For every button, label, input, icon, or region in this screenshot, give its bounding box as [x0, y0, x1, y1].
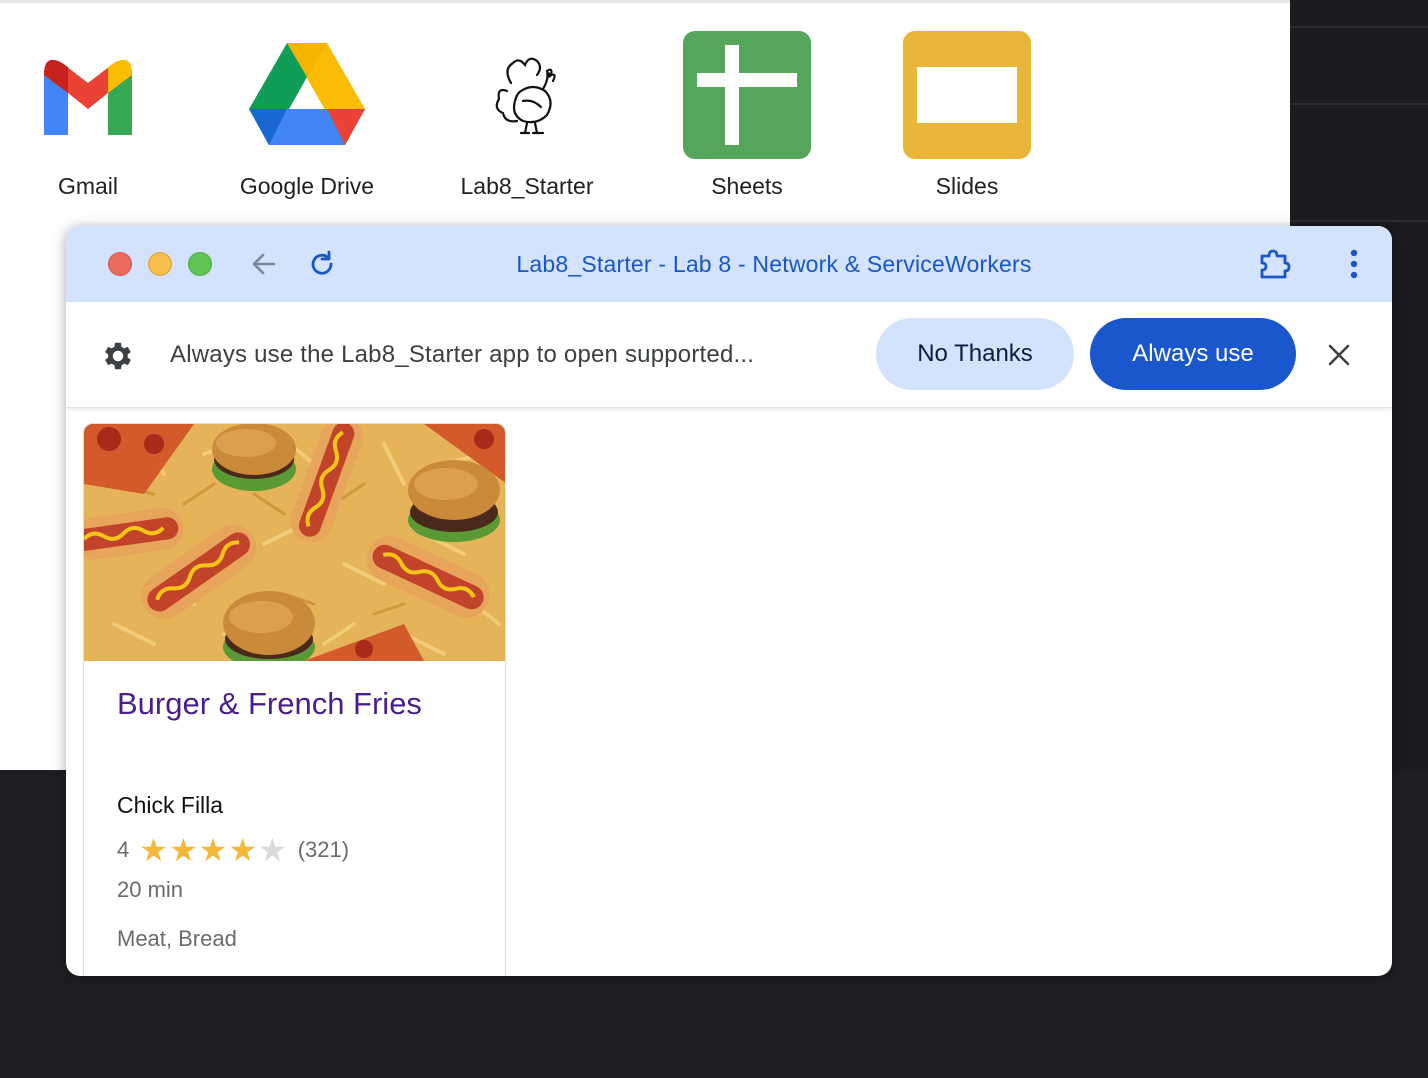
app-gmail[interactable]: Gmail — [0, 31, 188, 200]
gear-icon — [100, 338, 136, 374]
recipe-organization: Chick Filla — [117, 792, 224, 818]
star-filled-icon: ★ — [168, 832, 198, 868]
google-drive-icon — [243, 31, 371, 159]
app-label: Google Drive — [239, 173, 375, 199]
window-title: Lab8_Starter - Lab 8 - Network & Service… — [516, 251, 1032, 277]
rating-value: 4 — [117, 837, 130, 862]
recipe-time: 20 min — [117, 877, 184, 902]
star-empty-icon: ★ — [258, 832, 287, 868]
infobar-message: Always use the Lab8_Starter app to open … — [170, 341, 755, 368]
turkey-icon — [463, 31, 591, 159]
app-label: Lab8_Starter — [460, 173, 594, 199]
app-label: Slides — [935, 173, 999, 199]
app-slides[interactable]: Slides — [867, 31, 1067, 200]
title-bar[interactable]: Lab8_Starter - Lab 8 - Network & Service… — [66, 226, 1392, 302]
app-label: Sheets — [711, 173, 783, 199]
extension-puzzle-icon[interactable] — [1256, 246, 1292, 282]
star-filled-icon: ★ — [228, 832, 257, 868]
app-window: Lab8_Starter - Lab 8 - Network & Service… — [66, 226, 1392, 976]
app-sheets[interactable]: Sheets — [647, 31, 847, 200]
app-label: Gmail — [57, 173, 119, 199]
rating-count: (321) — [297, 837, 350, 862]
no-thanks-button[interactable]: No Thanks — [876, 318, 1074, 390]
close-icon[interactable] — [1322, 338, 1356, 372]
more-menu-icon[interactable] — [1336, 246, 1372, 282]
gmail-icon — [24, 31, 152, 159]
recipe-title[interactable]: Burger & French Fries — [117, 686, 422, 722]
recipe-ingredients: Meat, Bread — [117, 926, 237, 951]
recipe-card[interactable]: Burger & French Fries Chick Filla 4 ★ ★ ★ ★… — [83, 423, 506, 976]
open-with-infobar: Always use the Lab8_Starter app to open … — [66, 302, 1392, 408]
star-filled-icon: ★ — [139, 832, 168, 868]
recipe-photo — [84, 424, 505, 661]
app-lab8-starter[interactable]: Lab8_Starter — [427, 31, 627, 200]
star-filled-icon: ★ — [198, 832, 228, 868]
always-use-button[interactable]: Always use — [1090, 318, 1296, 390]
slides-icon — [903, 31, 1031, 159]
recipe-rating: 4 ★ ★ ★ ★ ★ (321) — [117, 832, 349, 868]
rating-stars: ★ ★ ★ ★ ★ — [139, 834, 287, 866]
app-google-drive[interactable]: Google Drive — [207, 31, 407, 200]
sheets-icon — [683, 31, 811, 159]
